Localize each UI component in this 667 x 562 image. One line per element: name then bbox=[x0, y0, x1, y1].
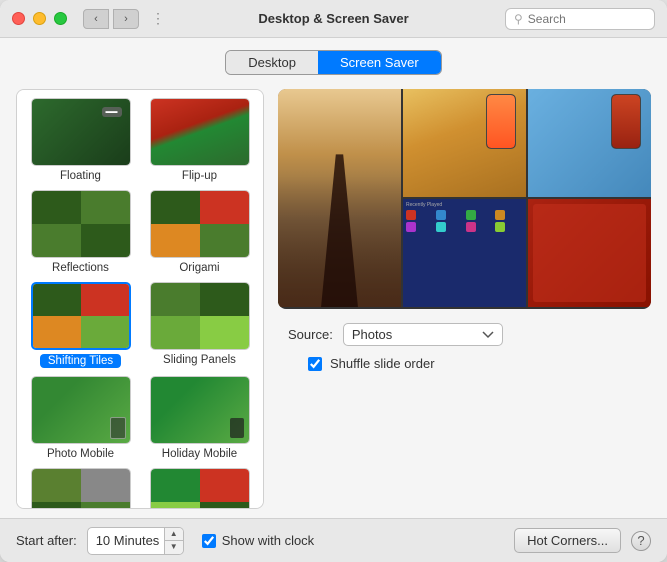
show-clock-checkbox[interactable] bbox=[202, 534, 216, 548]
show-clock-label: Show with clock bbox=[222, 533, 314, 548]
list-item[interactable]: Origami bbox=[144, 190, 255, 274]
tabs-row: Desktop Screen Saver bbox=[16, 50, 651, 75]
minimize-button[interactable] bbox=[33, 12, 46, 25]
thumb-origami bbox=[150, 190, 250, 258]
window: ‹ › ⋮ Desktop & Screen Saver ⚲ Desktop S… bbox=[0, 0, 667, 562]
preview-cell-4: Recently Played bbox=[403, 199, 526, 307]
shuffle-label: Shuffle slide order bbox=[330, 356, 435, 371]
start-after-control: 10 Minutes 5 Minutes 15 Minutes 20 Minut… bbox=[87, 527, 184, 555]
shuffle-checkbox[interactable] bbox=[308, 357, 322, 371]
shuffle-row: Shuffle slide order bbox=[278, 356, 651, 371]
list-item[interactable]: Reflections bbox=[25, 190, 136, 274]
list-item[interactable]: Sliding Panels bbox=[144, 282, 255, 368]
item-label-photo-mobile: Photo Mobile bbox=[47, 448, 114, 460]
start-after-label: Start after: bbox=[16, 533, 77, 548]
thumb-holiday-mobile bbox=[150, 376, 250, 444]
list-item[interactable]: Holiday Mobile bbox=[144, 376, 255, 460]
thumb-floating: ▬▬ bbox=[31, 98, 131, 166]
source-select[interactable]: Photos iPhoto Aperture Choose Folder... bbox=[343, 323, 503, 346]
list-item[interactable]: Flip-up bbox=[144, 98, 255, 182]
close-button[interactable] bbox=[12, 12, 25, 25]
stepper-up[interactable]: ▲ bbox=[165, 528, 183, 541]
help-button[interactable]: ? bbox=[631, 531, 651, 551]
maximize-button[interactable] bbox=[54, 12, 67, 25]
start-after-stepper: ▲ ▼ bbox=[164, 528, 183, 554]
thumb-reflections bbox=[31, 190, 131, 258]
list-item[interactable]: Shifting Tiles bbox=[25, 282, 136, 368]
list-item[interactable]: ▬▬ Floating bbox=[25, 98, 136, 182]
screensaver-list: ▬▬ Floating Flip-up bbox=[16, 89, 264, 509]
list-item[interactable]: Vintage Prints bbox=[144, 468, 255, 509]
floating-badge: ▬▬ bbox=[102, 107, 122, 117]
item-label-holiday-mobile: Holiday Mobile bbox=[162, 448, 237, 460]
phone-mockup-2 bbox=[611, 94, 641, 149]
thumb-vintage bbox=[150, 468, 250, 509]
window-title: Desktop & Screen Saver bbox=[258, 11, 408, 26]
hot-corners-button[interactable]: Hot Corners... bbox=[514, 528, 621, 553]
stepper-down[interactable]: ▼ bbox=[165, 541, 183, 554]
content-area: Desktop Screen Saver ▬▬ Floating bbox=[0, 38, 667, 518]
list-item[interactable]: Photo Mobile bbox=[25, 376, 136, 460]
search-icon: ⚲ bbox=[514, 12, 523, 26]
thumb-shifting bbox=[31, 282, 131, 350]
item-label-sliding: Sliding Panels bbox=[163, 354, 236, 366]
preview-area: Recently Played bbox=[278, 89, 651, 309]
thumb-sliding bbox=[150, 282, 250, 350]
item-label-reflections: Reflections bbox=[52, 262, 109, 274]
preview-cell-3 bbox=[528, 89, 651, 197]
list-item[interactable]: Photo Wall bbox=[25, 468, 136, 509]
bottom-bar: Start after: 10 Minutes 5 Minutes 15 Min… bbox=[0, 518, 667, 562]
item-label-flipup: Flip-up bbox=[182, 170, 217, 182]
thumb-photo-wall bbox=[31, 468, 131, 509]
titlebar: ‹ › ⋮ Desktop & Screen Saver ⚲ bbox=[0, 0, 667, 38]
tab-screensaver[interactable]: Screen Saver bbox=[318, 51, 441, 74]
thumb-flipup bbox=[150, 98, 250, 166]
controls-area: Source: Photos iPhoto Aperture Choose Fo… bbox=[278, 323, 651, 371]
right-panel: Recently Played bbox=[278, 89, 651, 518]
search-box: ⚲ bbox=[505, 8, 655, 30]
phone-mockup-1 bbox=[486, 94, 516, 149]
item-label-floating: Floating bbox=[60, 170, 101, 182]
tab-group: Desktop Screen Saver bbox=[225, 50, 441, 75]
item-label-shifting: Shifting Tiles bbox=[40, 354, 121, 368]
tab-desktop[interactable]: Desktop bbox=[226, 51, 318, 74]
preview-cell-5 bbox=[528, 199, 651, 307]
preview-cell-1 bbox=[278, 89, 401, 307]
thumb-photo-mobile bbox=[31, 376, 131, 444]
traffic-lights bbox=[12, 12, 67, 25]
grid-icon[interactable]: ⋮ bbox=[151, 10, 165, 27]
nav-buttons: ‹ › bbox=[83, 9, 139, 29]
item-label-origami: Origami bbox=[179, 262, 219, 274]
source-row: Source: Photos iPhoto Aperture Choose Fo… bbox=[278, 323, 651, 346]
back-button[interactable]: ‹ bbox=[83, 9, 109, 29]
start-after-select[interactable]: 10 Minutes 5 Minutes 15 Minutes 20 Minut… bbox=[88, 530, 164, 551]
search-input[interactable] bbox=[528, 12, 646, 26]
source-label: Source: bbox=[288, 327, 333, 342]
preview-cell-2 bbox=[403, 89, 526, 197]
main-content: ▬▬ Floating Flip-up bbox=[16, 89, 651, 518]
forward-button[interactable]: › bbox=[113, 9, 139, 29]
show-clock-row: Show with clock bbox=[202, 533, 314, 548]
